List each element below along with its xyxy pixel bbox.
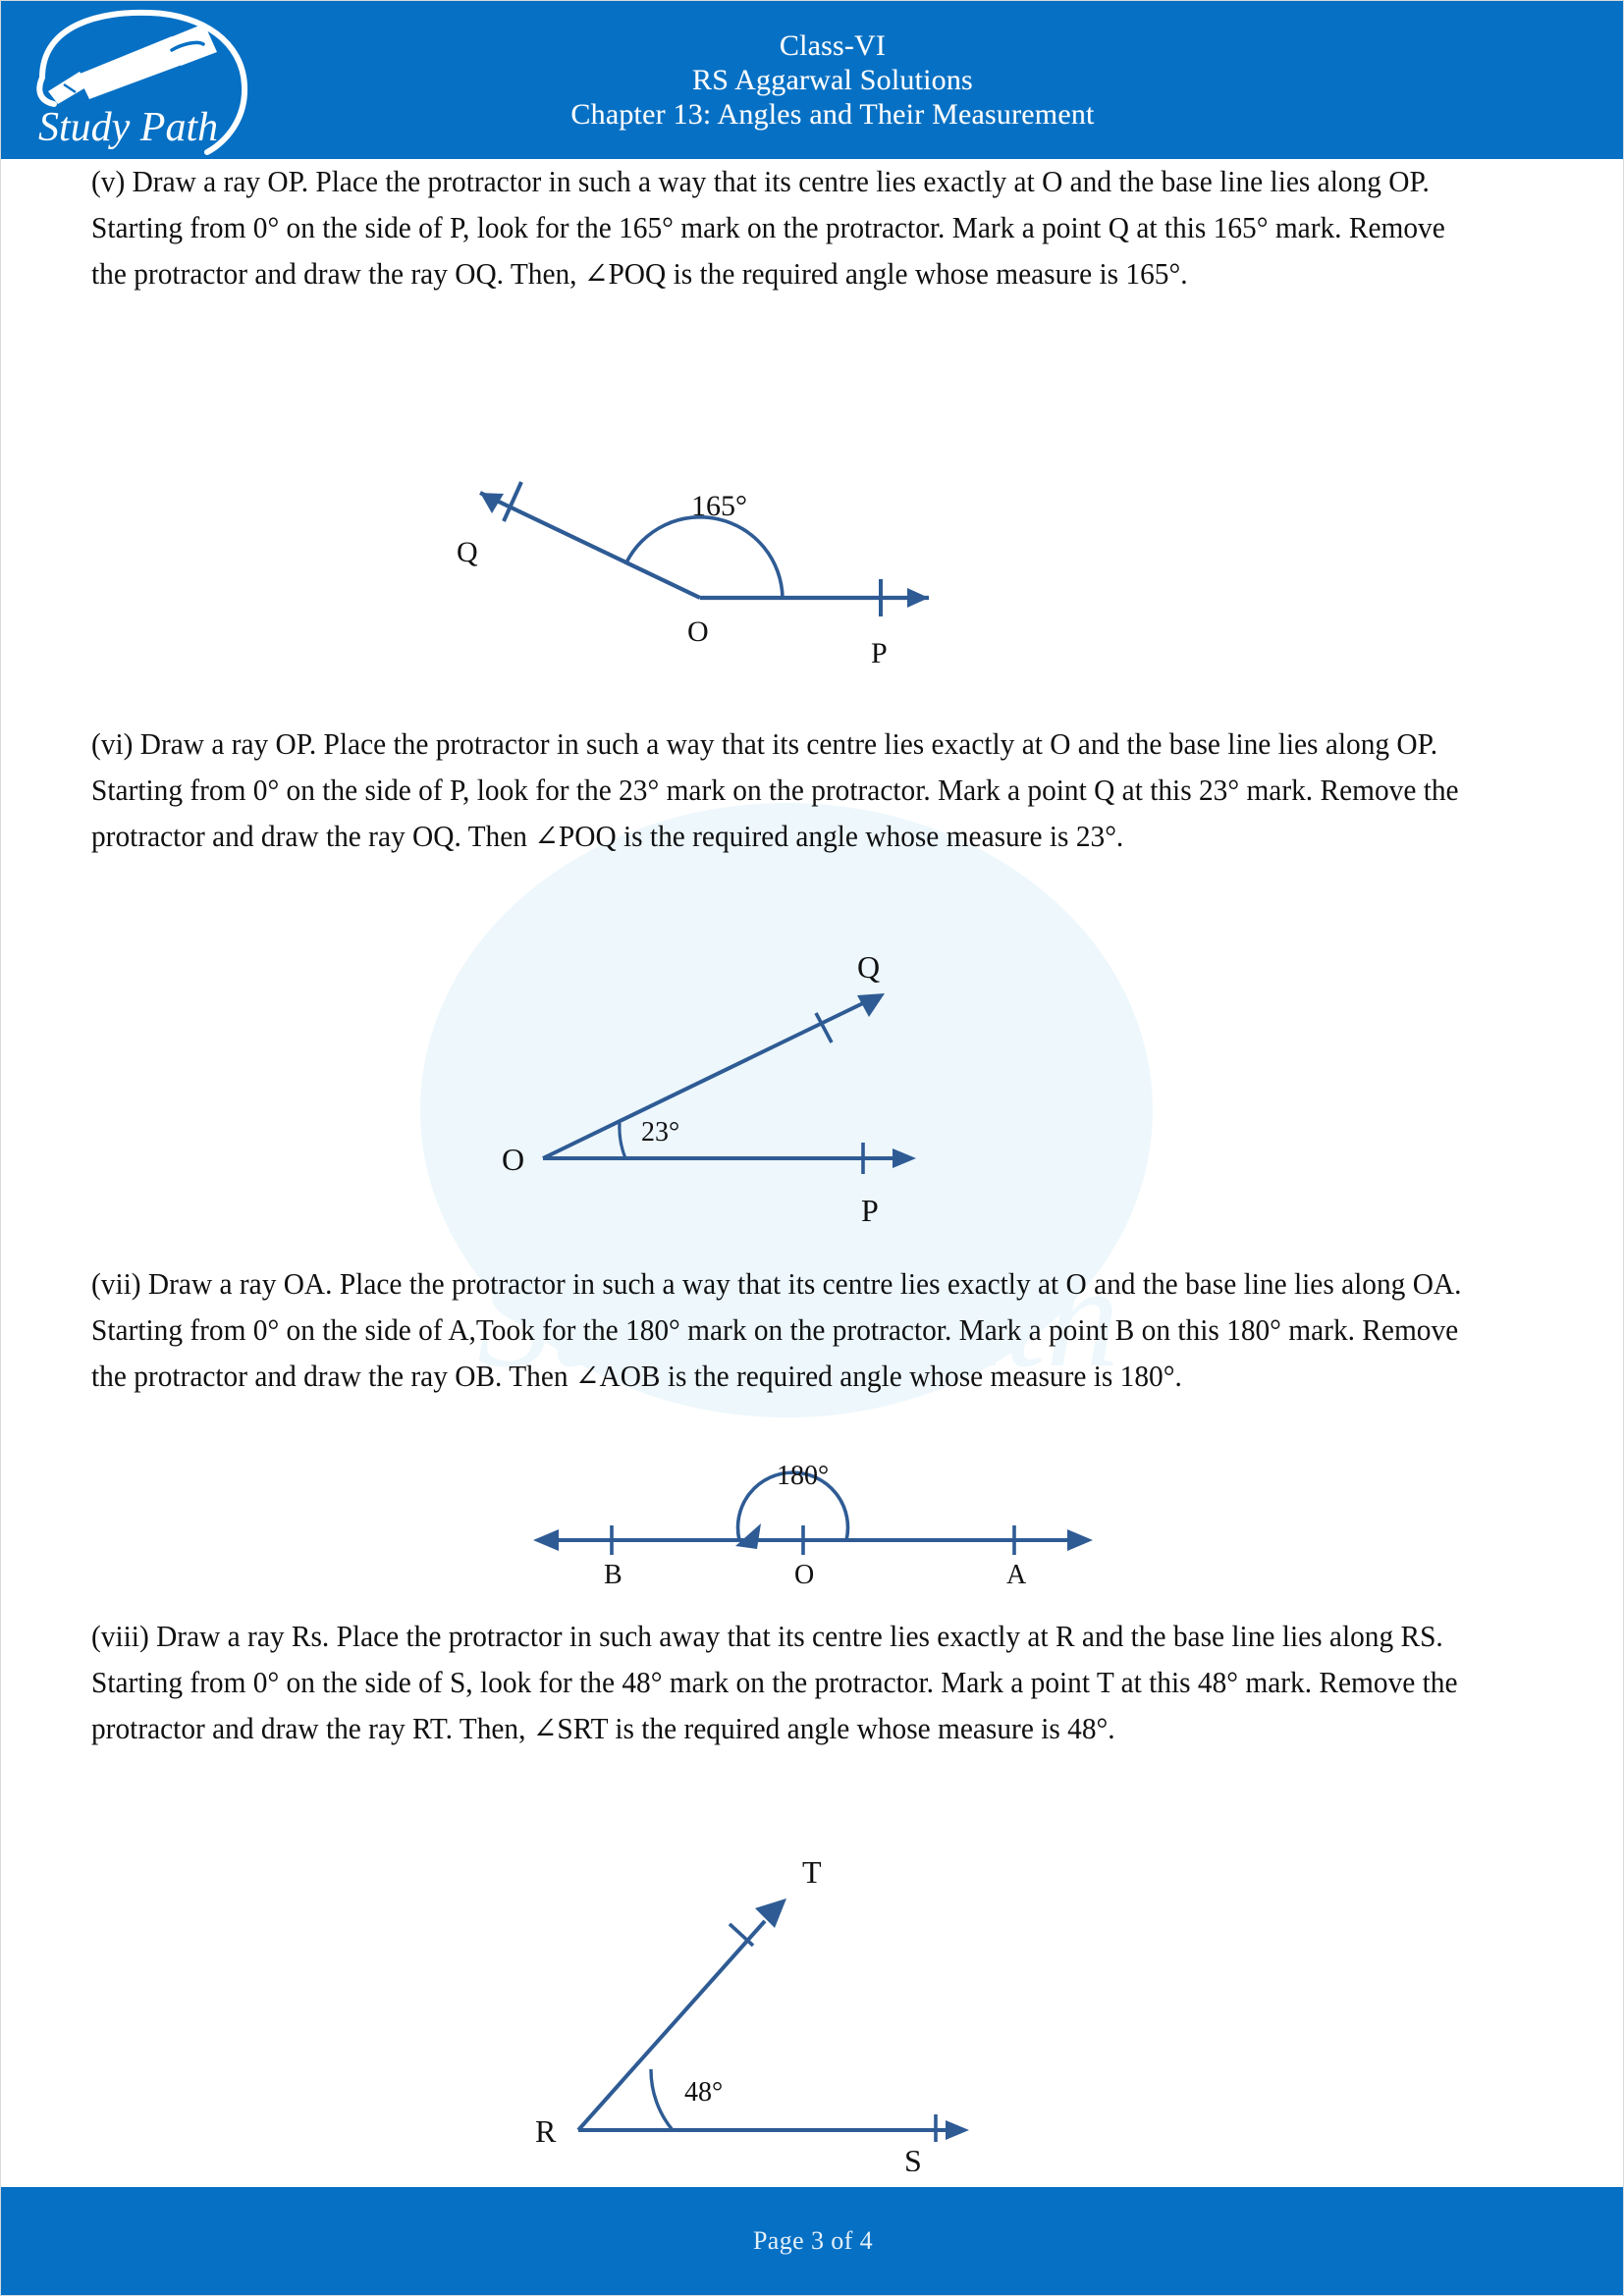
paragraph-vii: (vii) Draw a ray OA. Place the protracto… xyxy=(91,1267,1469,1393)
figure-23-angle-label: 23° xyxy=(641,1117,679,1148)
figure-48-label-S: S xyxy=(904,2143,922,2171)
arrowhead-a-icon xyxy=(1067,1529,1093,1551)
figure-48-angle-label: 48° xyxy=(684,2077,723,2108)
header-chapter-line: Chapter 13: Angles and Their Measurement xyxy=(570,98,1095,132)
figure-165-svg: Q O P 165° xyxy=(457,481,929,669)
header-book-line: RS Aggarwal Solutions xyxy=(692,63,973,96)
figure-48-label-T: T xyxy=(802,1854,822,1890)
arrowhead-p-icon xyxy=(907,588,929,608)
figure-180-label-A: A xyxy=(1006,1560,1027,1590)
logo-wordmark-text: Study Path xyxy=(38,105,218,150)
arrowhead-b-icon xyxy=(533,1529,559,1551)
study-path-logo: Study Path xyxy=(25,7,270,156)
figure-angle-165: Q O P 165° xyxy=(433,449,1209,674)
figure-angle-48: R S T 48° xyxy=(492,1847,1120,2171)
figure-48-svg: R S T 48° xyxy=(535,1854,969,2171)
figure-165-label-Q: Q xyxy=(457,536,478,568)
paragraph-viii: (viii) Draw a ray Rs. Place the protract… xyxy=(91,1620,1465,1745)
figure-180-label-O: O xyxy=(794,1560,814,1590)
figure-23-label-Q: Q xyxy=(857,949,880,985)
figure-165-angle-label: 165° xyxy=(691,490,747,522)
paragraph-vi: (vi) Draw a ray OP. Place the protractor… xyxy=(91,727,1466,853)
logo-svg: Study Path xyxy=(36,9,248,155)
page-footer: Page 3 of 4 xyxy=(1,2187,1623,2295)
arrowhead-p-icon xyxy=(893,1148,916,1168)
paragraph-v: (v) Draw a ray OP. Place the protractor … xyxy=(91,165,1453,291)
arrowhead-s-icon xyxy=(946,2120,969,2140)
header-class-line: Class-VI xyxy=(779,28,887,62)
figure-180-label-B: B xyxy=(604,1560,623,1590)
page-number-label: Page 3 of 4 xyxy=(752,2226,874,2255)
figure-23-svg: O P Q 23° xyxy=(502,949,916,1228)
figure-23-label-O: O xyxy=(502,1142,524,1177)
figure-165-label-P: P xyxy=(871,637,888,669)
figure-165-label-O: O xyxy=(687,615,709,648)
page-content: (v) Draw a ray OP. Place the protractor … xyxy=(1,159,1623,2189)
figure-23-label-P: P xyxy=(861,1193,879,1228)
page-header: Study Path Class-VI RS Aggarwal Solution… xyxy=(1,1,1623,159)
arrowhead-t-icon xyxy=(755,1898,786,1928)
figure-angle-180: B O A 180° xyxy=(512,1453,1120,1590)
document-page: Study Path Study Path Class-VI RS Aggarw… xyxy=(0,0,1624,2296)
figure-180-angle-label: 180° xyxy=(777,1461,829,1491)
figure-180-svg: B O A 180° xyxy=(533,1461,1093,1590)
figure-angle-23: O P Q 23° xyxy=(472,946,1199,1231)
figure-48-label-R: R xyxy=(535,2113,557,2149)
